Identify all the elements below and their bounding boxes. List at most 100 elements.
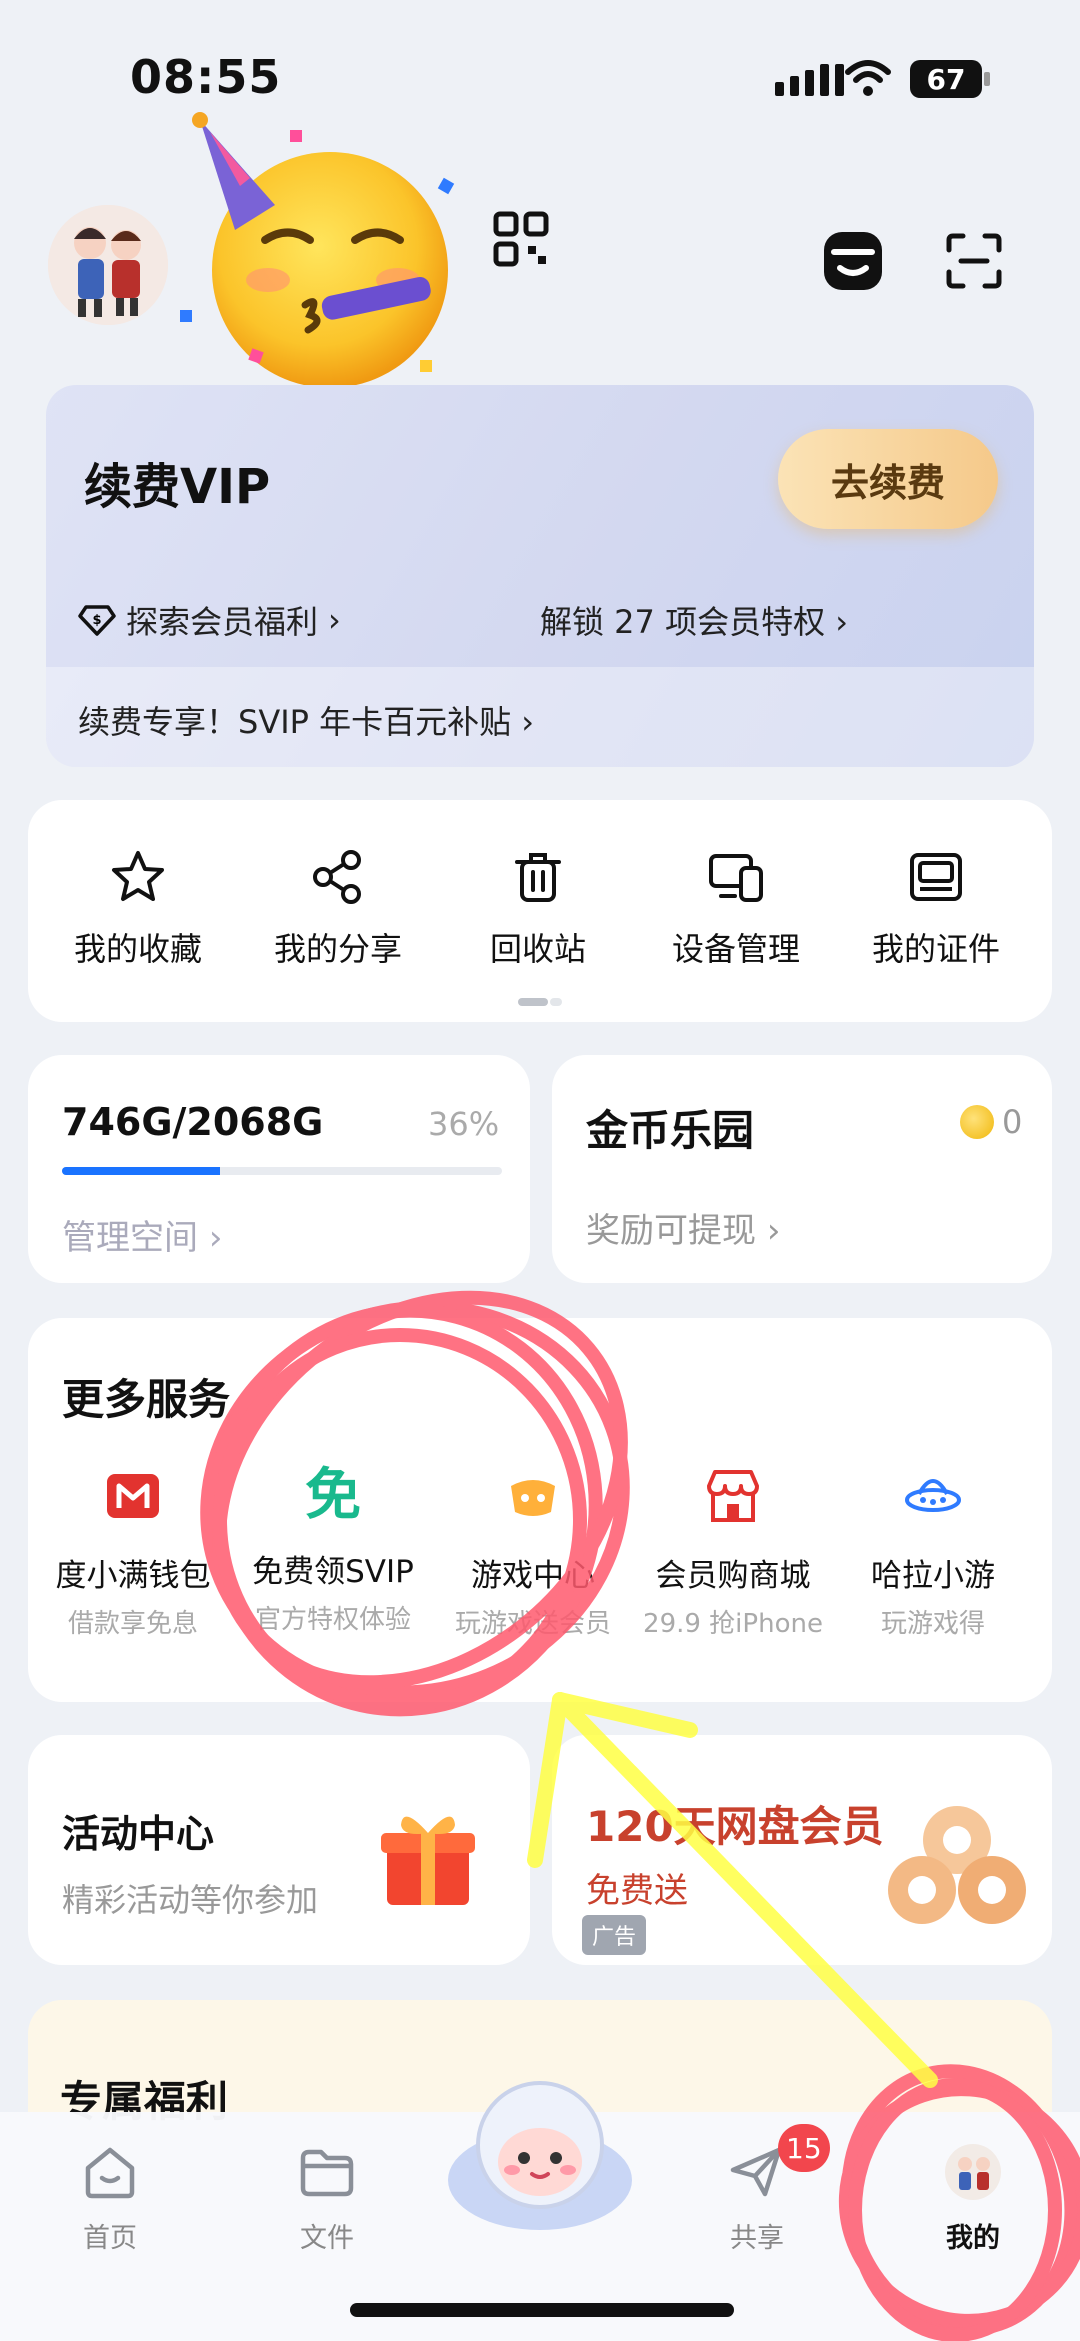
more-services-title: 更多服务	[62, 1375, 231, 1424]
storage-progress-fill	[62, 1167, 221, 1175]
scan-icon[interactable]	[945, 232, 1003, 290]
storage-card[interactable]: 746G/2068G 36% 管理空间 ›	[28, 1055, 530, 1283]
tab-home-label: 首页	[83, 2223, 137, 2254]
manage-space-label: 管理空间	[62, 1218, 198, 1258]
device-management-button[interactable]: 设备管理	[646, 848, 826, 970]
service-desc: 29.9 抢iPhone	[643, 1609, 823, 1639]
ad-membership-card[interactable]: 120天网盘会员 免费送 广告	[552, 1735, 1052, 1965]
qr-code-icon[interactable]	[492, 210, 550, 268]
battery-cap	[984, 72, 990, 86]
battery-indicator: 67	[910, 60, 982, 98]
svg-text:$: $	[92, 613, 101, 628]
service-desc: 玩游戏送会员	[454, 1609, 611, 1639]
status-time: 08:55	[130, 50, 282, 104]
folder-icon	[300, 2149, 354, 2197]
chevron-right-icon: ›	[521, 703, 535, 741]
signal-icon	[775, 62, 844, 96]
favorites-label: 我的收藏	[73, 930, 202, 968]
device-management-label: 设备管理	[671, 930, 800, 968]
avatar[interactable]	[48, 205, 168, 325]
tab-me-label: 我的	[946, 2223, 1000, 2254]
coin-park-sub-label: 奖励可提现	[586, 1211, 756, 1251]
manage-space-link[interactable]: 管理空间 ›	[62, 1210, 222, 1259]
tab-files-label: 文件	[300, 2223, 354, 2254]
service-desc: 玩游戏得	[880, 1609, 985, 1639]
coin-count: 0	[1002, 1103, 1023, 1141]
chevron-right-icon: ›	[835, 603, 849, 641]
share-notification-badge: 15	[778, 2124, 830, 2172]
avatar-illustration	[48, 205, 168, 325]
service-desc: 借款享免息	[67, 1609, 198, 1639]
activity-center-card[interactable]: 活动中心 精彩活动等你参加	[28, 1735, 530, 1965]
coin-park-title: 金币乐园	[586, 1106, 755, 1155]
free-icon: 免	[305, 1463, 361, 1528]
page-indicator	[518, 998, 562, 1006]
ad-subtitle: 免费送	[586, 1871, 688, 1911]
vip-promo-label: 续费专享！SVIP 年卡百元补贴	[78, 703, 512, 741]
ad-tag: 广告	[582, 1915, 647, 1955]
card-wallet-icon[interactable]	[820, 228, 886, 294]
ufo-icon	[905, 1479, 961, 1512]
cloud-logo-icon	[888, 1806, 1026, 1924]
service-item-free-svip[interactable]: 免 免费领SVIP 官方特权体验	[228, 1464, 438, 1636]
wifi-icon	[845, 60, 891, 96]
service-item-mini-games[interactable]: 哈拉小游 玩游戏得	[828, 1464, 1038, 1640]
gift-box-icon	[381, 1816, 475, 1905]
chevron-right-icon: ›	[766, 1211, 781, 1251]
service-name: 游戏中心	[471, 1558, 595, 1594]
favorites-button[interactable]: 我的收藏	[48, 848, 228, 970]
service-item-member-store[interactable]: 会员购商城 29.9 抢iPhone	[628, 1464, 838, 1640]
storage-progress-bar	[62, 1167, 502, 1175]
activity-center-title: 活动中心	[62, 1812, 215, 1856]
service-name: 会员购商城	[655, 1558, 811, 1594]
assistant-mascot-icon[interactable]	[440, 2070, 640, 2240]
trash-icon	[515, 853, 561, 902]
vip-renew-card[interactable]: 续费VIP 去续费 $ 探索会员福利 › 解锁 27 项会员特权 › 续费专享！…	[46, 385, 1034, 767]
storage-percent: 36%	[428, 1105, 500, 1143]
service-item-game-center[interactable]: 游戏中心 玩游戏送会员	[428, 1464, 638, 1640]
chevron-right-icon: ›	[328, 601, 341, 639]
explore-benefits-label: 探索会员福利	[126, 603, 319, 641]
tab-home[interactable]: 首页	[35, 2142, 185, 2255]
my-documents-label: 我的证件	[871, 930, 1000, 968]
store-icon	[707, 1470, 759, 1522]
game-icon	[511, 1480, 555, 1516]
my-shares-label: 我的分享	[273, 930, 402, 968]
star-icon	[112, 851, 164, 901]
storage-usage: 746G/2068G	[62, 1100, 324, 1144]
coin-park-card[interactable]: 金币乐园 0 奖励可提现 ›	[552, 1055, 1052, 1283]
diamond-icon: $	[78, 605, 116, 636]
vip-promo-link[interactable]: 续费专享！SVIP 年卡百元补贴 ›	[78, 697, 534, 743]
more-services-card: 更多服务 度小满钱包 借款享免息 免 免费领SVIP 官方特权体验 游戏中心 玩…	[28, 1318, 1052, 1702]
chevron-right-icon: ›	[208, 1218, 223, 1258]
share-icon	[313, 850, 361, 904]
renew-button[interactable]: 去续费	[778, 429, 998, 529]
service-name: 度小满钱包	[55, 1558, 211, 1594]
profile-avatar-icon	[945, 2144, 1001, 2200]
service-desc: 官方特权体验	[254, 1605, 411, 1635]
service-name: 哈拉小游	[871, 1558, 995, 1594]
coin-park-subtitle[interactable]: 奖励可提现 ›	[586, 1203, 780, 1252]
home-indicator[interactable]	[350, 2303, 734, 2317]
unlock-privileges-label: 解锁 27 项会员特权	[540, 603, 826, 641]
id-card-icon	[910, 853, 962, 901]
explore-benefits-link[interactable]: $ 探索会员福利 ›	[78, 597, 341, 643]
tab-me[interactable]: 我的	[898, 2142, 1048, 2255]
unlock-privileges-link[interactable]: 解锁 27 项会员特权 ›	[540, 597, 848, 643]
coin-icon	[960, 1105, 994, 1139]
party-emoji-icon	[180, 112, 455, 388]
service-item-wallet[interactable]: 度小满钱包 借款享免息	[28, 1464, 238, 1640]
vip-title: 续费VIP	[84, 459, 271, 515]
wallet-icon	[107, 1474, 159, 1518]
home-icon	[85, 2147, 135, 2199]
recycle-bin-button[interactable]: 回收站	[448, 848, 628, 970]
my-documents-button[interactable]: 我的证件	[846, 848, 1026, 970]
devices-icon	[709, 854, 763, 902]
recycle-bin-label: 回收站	[489, 930, 586, 968]
quick-actions-card: 我的收藏 我的分享 回收站 设备管理 我的证件	[28, 800, 1052, 1022]
my-shares-button[interactable]: 我的分享	[248, 848, 428, 970]
ad-title: 120天网盘会员	[586, 1802, 884, 1851]
service-name: 免费领SVIP	[252, 1554, 414, 1590]
tab-share-label: 共享	[730, 2223, 784, 2254]
tab-files[interactable]: 文件	[252, 2142, 402, 2255]
